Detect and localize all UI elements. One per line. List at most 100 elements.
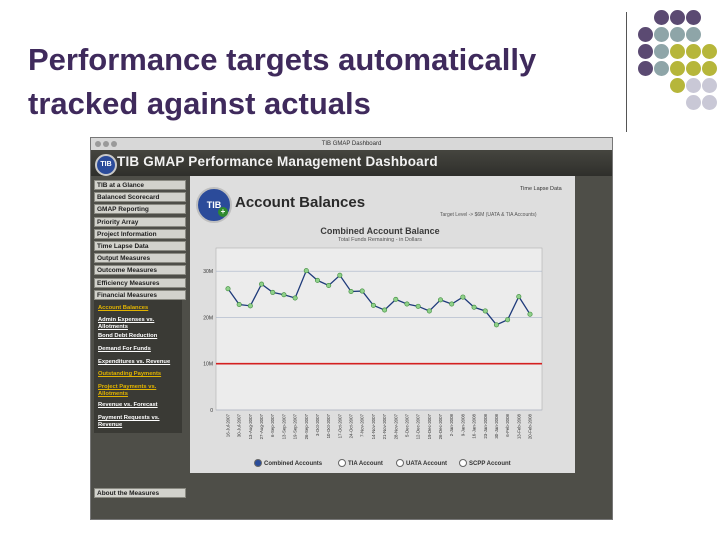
x-tick-label: 9-Jan-2008 <box>460 413 465 436</box>
x-tick-label: 13-Feb-2008 <box>516 413 521 439</box>
data-point <box>303 268 309 274</box>
decorative-dot <box>638 27 653 42</box>
data-point <box>359 288 365 294</box>
window-zoom-button[interactable] <box>111 141 117 147</box>
sidebar-item[interactable]: Outcome Measures <box>94 265 186 276</box>
x-tick-label: 10-Oct-2007 <box>326 413 331 438</box>
data-point <box>404 301 410 307</box>
x-tick-label: 30-Jul-2007 <box>237 413 242 437</box>
x-tick-label: 6-Feb-2008 <box>505 413 510 436</box>
data-point <box>516 294 522 300</box>
window-minimize-button[interactable] <box>103 141 109 147</box>
decorative-dot <box>654 27 669 42</box>
submenu-item[interactable]: Payment Requests vs. Revenue <box>98 415 182 428</box>
x-tick-label: 7-Nov-2007 <box>360 413 365 436</box>
x-tick-label: 24-Oct-2007 <box>349 413 354 438</box>
decorative-dot <box>702 61 717 76</box>
decorative-dot <box>686 61 701 76</box>
legend-label: UATA Account <box>406 461 447 467</box>
banner-title: TIB GMAP Performance Management Dashboar… <box>117 154 438 169</box>
radio-icon[interactable] <box>396 459 404 468</box>
sidebar-item[interactable]: Balanced Scorecard <box>94 192 186 203</box>
submenu-item[interactable]: Bond Debt Reduction <box>98 333 182 340</box>
sidebar-item[interactable]: Priority Array <box>94 216 186 227</box>
x-tick-label: 16-Jul-2007 <box>226 413 231 437</box>
decorative-dot <box>638 61 653 76</box>
account-logo: TIB <box>196 187 232 223</box>
x-tick-label: 28-Nov-2007 <box>393 413 398 439</box>
about-measures-button[interactable]: About the Measures <box>94 488 186 498</box>
sidebar-item[interactable]: GMAP Reporting <box>94 204 186 215</box>
sidebar-item[interactable]: Efficiency Measures <box>94 277 186 288</box>
decorative-dot <box>638 44 653 59</box>
submenu-item[interactable]: Demand For Funds <box>98 346 182 353</box>
decorative-dot <box>686 27 701 42</box>
target-level-label: Target Level -> $6M (UATA & TIA Accounts… <box>440 212 537 218</box>
x-tick-label: 27-Aug-2007 <box>259 413 264 439</box>
page-title: Account Balances <box>235 194 366 211</box>
data-point <box>370 302 376 308</box>
data-point <box>225 286 231 292</box>
decorative-dot <box>686 10 701 25</box>
data-point <box>281 292 287 298</box>
data-point <box>292 295 298 301</box>
radio-icon[interactable] <box>338 459 346 468</box>
x-tick-label: 3-Oct-2007 <box>315 413 320 436</box>
sidebar-item[interactable]: Financial Measures <box>94 289 186 300</box>
data-point <box>415 303 421 309</box>
y-tick-label: 20M <box>203 315 213 321</box>
decorative-dot-grid <box>638 10 718 120</box>
x-tick-label: 30-Jan-2008 <box>494 413 499 438</box>
sidebar-item[interactable]: Time Lapse Data <box>94 241 186 251</box>
time-lapse-link[interactable]: Time Lapse Data <box>520 186 562 192</box>
legend-label: TIA Account <box>348 461 383 467</box>
x-tick-label: 17-Oct-2007 <box>337 413 342 438</box>
decorative-dot <box>686 95 701 110</box>
submenu-item[interactable]: Project Payments vs. Allotments <box>98 384 182 397</box>
data-point <box>326 282 332 288</box>
account-balance-chart: 0 10M 20M 30M 16-Jul-2007 30-Jul-2007 13-Aug-2… <box>203 247 543 439</box>
slide-title-line2: tracked against actuals <box>28 86 371 121</box>
x-tick-label: 19-Sep-2007 <box>293 413 298 439</box>
y-tick-label: 10M <box>203 362 213 368</box>
legend-option[interactable]: SCPP Account <box>459 459 511 469</box>
sidebar-item[interactable]: Output Measures <box>94 253 186 264</box>
decorative-dot <box>654 10 669 25</box>
x-tick-label: 13-Aug-2007 <box>248 413 253 439</box>
chart-title: Combined Account Balance <box>320 226 440 236</box>
legend-option[interactable]: TIA Account <box>338 459 383 469</box>
data-point <box>270 289 276 295</box>
submenu-item[interactable]: Account Balances <box>98 305 182 312</box>
legend-option[interactable]: UATA Account <box>396 459 447 469</box>
data-point <box>482 308 488 314</box>
chart-legend: Combined Accounts TIA Account UATA Account… <box>254 459 574 469</box>
submenu-item[interactable]: Outstanding Payments <box>98 371 182 378</box>
data-point <box>382 307 388 313</box>
legend-option[interactable]: Combined Accounts <box>254 459 322 469</box>
submenu-item[interactable]: Admin Expenses vs. Allotments <box>98 317 182 330</box>
data-point <box>393 296 399 302</box>
legend-label: SCPP Account <box>469 461 511 467</box>
submenu-item[interactable]: Expenditures vs. Revenue <box>98 359 182 366</box>
submenu-item[interactable]: Revenue vs. Forecast <box>98 402 182 409</box>
decorative-dot <box>686 44 701 59</box>
slide-title-line1: Performance targets automatically <box>28 42 537 77</box>
sidebar-item[interactable]: Project Information <box>94 228 186 239</box>
decorative-dot <box>670 27 685 42</box>
x-tick-label: 5-Dec-2007 <box>404 413 409 436</box>
data-point <box>337 272 343 278</box>
x-tick-label: 2-Jan-2008 <box>449 413 454 436</box>
decorative-dot <box>654 61 669 76</box>
radio-icon[interactable] <box>459 459 467 468</box>
data-point <box>527 311 533 317</box>
window-close-button[interactable] <box>95 141 101 147</box>
data-point <box>493 322 499 328</box>
x-tick-label: 13-Sep-2007 <box>281 413 286 439</box>
data-point <box>259 281 265 287</box>
x-tick-label: 20-Feb-2008 <box>528 413 533 439</box>
data-point <box>449 301 455 307</box>
decorative-dot <box>670 61 685 76</box>
plot-area <box>215 247 543 411</box>
radio-icon[interactable] <box>254 459 262 468</box>
sidebar-item[interactable]: TIB at a Glance <box>94 180 186 190</box>
